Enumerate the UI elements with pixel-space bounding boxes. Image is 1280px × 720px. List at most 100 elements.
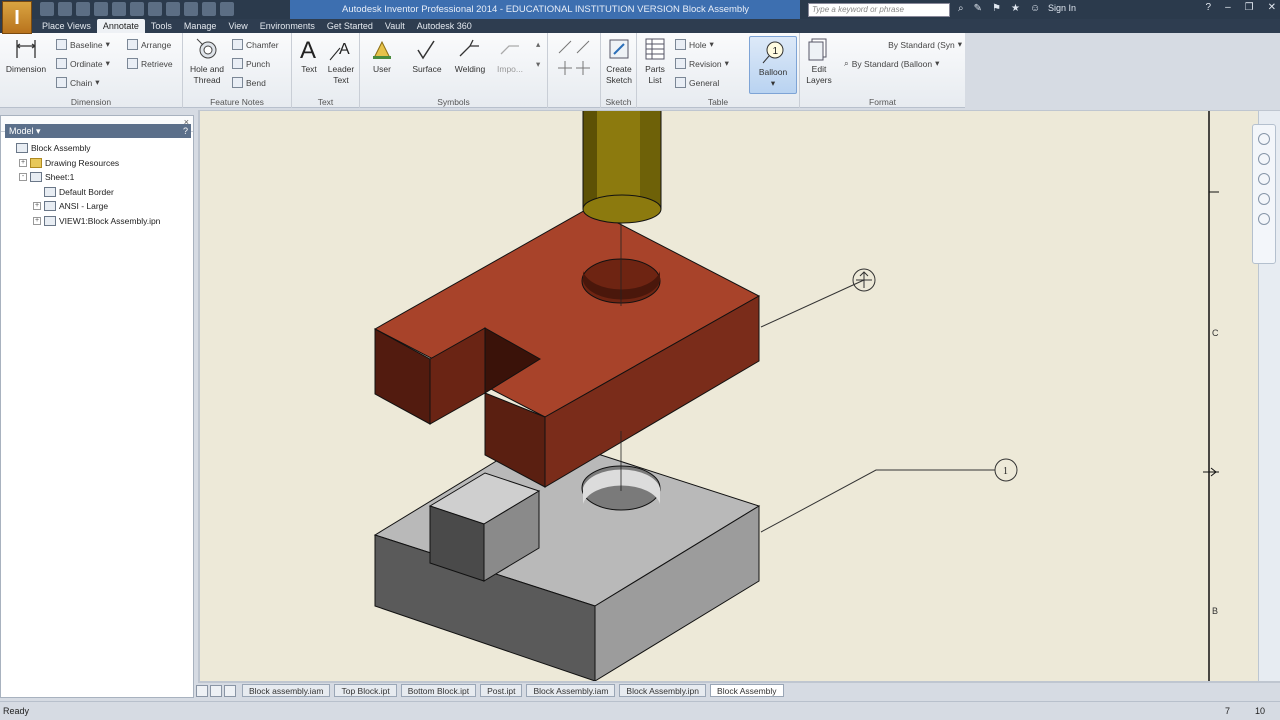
tab-view[interactable]: View <box>222 19 253 33</box>
dimension-button[interactable]: Dimension <box>3 36 49 75</box>
svg-text:A: A <box>300 37 316 62</box>
steering-wheel-icon[interactable] <box>1258 133 1270 145</box>
subscription-icon[interactable]: ⚑ <box>992 3 1001 14</box>
tree-node-label: VIEW1:Block Assembly.ipn <box>59 215 161 226</box>
top-block[interactable] <box>373 207 761 488</box>
close-icon[interactable]: ✕ <box>1268 2 1276 13</box>
expand-icon[interactable]: + <box>33 216 41 225</box>
symbols-scroll-down-icon[interactable]: ▾ <box>536 59 540 70</box>
document-tab[interactable]: Block Assembly.iam <box>526 684 616 697</box>
hole-table-button[interactable]: Hole ▾ <box>675 39 714 50</box>
expand-icon[interactable]: + <box>19 158 27 167</box>
leader-text-label-1: Leader <box>327 64 355 74</box>
style-dropdown-1-value: By Standard (Syn <box>888 39 955 50</box>
drawing-view[interactable]: C B 1 <box>200 111 1258 681</box>
hole-thread-button[interactable]: Hole and Thread <box>186 36 228 86</box>
style-dropdown-2[interactable]: ⌕ By Standard (Balloon ▾ <box>844 58 962 69</box>
style-dropdown-1[interactable]: By Standard (Syn ▾ <box>842 39 962 50</box>
restore-icon[interactable]: ❐ <box>1245 2 1254 13</box>
tab-place-views[interactable]: Place Views <box>36 19 97 33</box>
tree-node[interactable]: + ANSI - Large <box>5 199 160 214</box>
bend-button[interactable]: Bend <box>232 77 266 88</box>
tree-node[interactable]: Block Assembly <box>5 141 160 156</box>
tools-icon[interactable]: ✎ <box>974 3 982 14</box>
tab-autodesk-360[interactable]: Autodesk 360 <box>411 19 478 33</box>
user-symbol-button[interactable]: User <box>366 36 398 75</box>
pan-icon[interactable] <box>1258 153 1270 165</box>
welding-button[interactable]: Welding <box>450 36 490 75</box>
help-icon[interactable]: ? <box>1206 2 1212 13</box>
tree-node[interactable]: - Sheet:1 <box>5 170 160 185</box>
search-input[interactable]: Type a keyword or phrase <box>808 3 950 17</box>
update-icon[interactable] <box>148 2 162 16</box>
ordinate-icon <box>56 58 67 69</box>
document-tab[interactable]: Top Block.ipt <box>334 684 397 697</box>
tab-vault[interactable]: Vault <box>379 19 411 33</box>
tree-node[interactable]: Default Border <box>5 185 160 200</box>
title-icons: ⌕ ✎ ⚑ ★ ☺ <box>958 3 1040 14</box>
balloon-leader-1[interactable]: 1 <box>760 458 1018 533</box>
zoom-window-icon[interactable] <box>1258 193 1270 205</box>
zoom-icon[interactable] <box>1258 173 1270 185</box>
create-sketch-button[interactable]: Create Sketch <box>603 36 635 86</box>
appearance-icon[interactable] <box>202 2 216 16</box>
expand-icon[interactable]: + <box>33 202 41 211</box>
user-icon[interactable]: ☺ <box>1030 3 1040 14</box>
centerline-tools-icon[interactable] <box>555 39 595 79</box>
favorite-icon[interactable]: ★ <box>1011 3 1020 14</box>
text-button[interactable]: A Text <box>295 36 323 75</box>
home-icon[interactable] <box>130 2 144 16</box>
measure-icon[interactable] <box>220 2 234 16</box>
save-icon[interactable] <box>76 2 90 16</box>
chamfer-button[interactable]: Chamfer <box>232 39 279 50</box>
collapse-icon[interactable]: - <box>19 173 27 182</box>
revision-button[interactable]: Revision ▾ <box>675 58 729 69</box>
redo-icon[interactable] <box>112 2 126 16</box>
baseline-button[interactable]: Baseline ▾ <box>56 39 110 50</box>
arrange-button[interactable]: Arrange <box>127 39 171 50</box>
tree-node[interactable]: + VIEW1:Block Assembly.ipn <box>5 214 160 229</box>
inventor-logo-icon[interactable]: I <box>2 1 32 34</box>
sign-in-link[interactable]: Sign In <box>1048 3 1076 13</box>
open-icon[interactable] <box>58 2 72 16</box>
minimize-icon[interactable]: – <box>1225 2 1231 13</box>
tab-get-started[interactable]: Get Started <box>321 19 379 33</box>
drawing-sheet[interactable]: C B 1 <box>200 111 1258 681</box>
symbols-scroll-up-icon[interactable]: ▴ <box>536 39 540 50</box>
chain-button[interactable]: Chain ▾ <box>56 77 100 88</box>
binoculars-icon[interactable]: ⌕ <box>958 3 964 14</box>
browser-help-icon[interactable]: ? <box>183 124 188 138</box>
edit-layers-button[interactable]: Edit Layers <box>802 36 836 86</box>
undo-icon[interactable] <box>94 2 108 16</box>
material-icon[interactable] <box>184 2 198 16</box>
window-list-icon[interactable] <box>224 684 236 697</box>
leader-text-button[interactable]: A Leader Text <box>324 36 358 86</box>
balloon-button[interactable]: 1 Balloon ▾ <box>749 36 797 94</box>
feature-notes-panel-title: Feature Notes <box>210 97 264 107</box>
tile-windows-icon[interactable] <box>196 684 208 697</box>
document-tab[interactable]: Block Assembly <box>710 684 784 697</box>
retrieve-button[interactable]: Retrieve <box>127 58 173 69</box>
document-tab[interactable]: Bottom Block.ipt <box>400 684 477 697</box>
balloon-leader-top[interactable] <box>760 268 876 328</box>
new-icon[interactable] <box>40 2 54 16</box>
tab-tools[interactable]: Tools <box>145 19 178 33</box>
general-table-button[interactable]: General <box>675 77 719 88</box>
tree-node[interactable]: + Drawing Resources <box>5 156 160 171</box>
tab-environments[interactable]: Environments <box>254 19 321 33</box>
parts-list-button[interactable]: Parts List <box>640 36 670 86</box>
document-tab[interactable]: Post.ipt <box>480 684 523 697</box>
import-button[interactable]: Impo... <box>493 36 527 75</box>
look-at-icon[interactable] <box>1258 213 1270 225</box>
ordinate-button[interactable]: Ordinate ▾ <box>56 58 110 69</box>
document-tab[interactable]: Block assembly.iam <box>242 684 331 697</box>
quick-access-toolbar <box>40 2 234 16</box>
punch-button[interactable]: Punch <box>232 58 270 69</box>
tab-manage[interactable]: Manage <box>178 19 223 33</box>
tab-annotate[interactable]: Annotate <box>96 19 145 33</box>
select-icon[interactable] <box>166 2 180 16</box>
cascade-windows-icon[interactable] <box>210 684 222 697</box>
document-tab[interactable]: Block Assembly.ipn <box>619 684 707 697</box>
browser-title[interactable]: Model ▾? <box>5 124 191 138</box>
surface-button[interactable]: Surface <box>408 36 446 75</box>
